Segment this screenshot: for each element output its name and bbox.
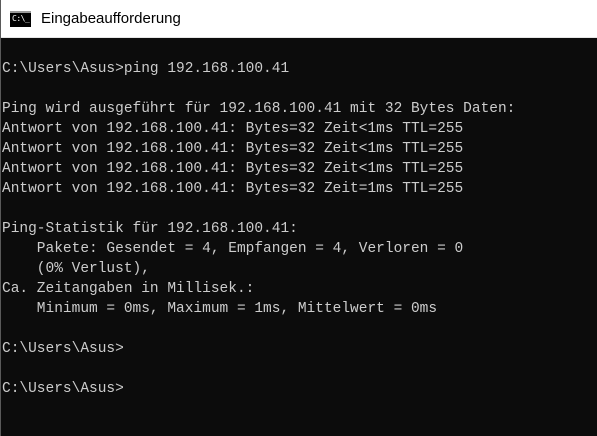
title-bar[interactable]: C:\_ Eingabeaufforderung (1, 0, 597, 38)
console-line: C:\Users\Asus>ping 192.168.100.41 (2, 61, 290, 77)
window-title: Eingabeaufforderung (41, 10, 181, 27)
console-line: Antwort von 192.168.100.41: Bytes=32 Zei… (2, 141, 464, 157)
console-line: Minimum = 0ms, Maximum = 1ms, Mittelwert… (2, 301, 438, 317)
console-line: Pakete: Gesendet = 4, Empfangen = 4, Ver… (2, 241, 464, 257)
console-line: Ping-Statistik für 192.168.100.41: (2, 221, 298, 237)
console-prompt-line: C:\Users\Asus> (2, 341, 124, 357)
command-prompt-icon: C:\_ (10, 10, 31, 27)
console-line: Antwort von 192.168.100.41: Bytes=32 Zei… (2, 161, 464, 177)
command-prompt-icon-glyph: C:\_ (12, 13, 30, 23)
console-line: Antwort von 192.168.100.41: Bytes=32 Zei… (2, 181, 464, 197)
console-line: (0% Verlust), (2, 261, 150, 277)
console-output[interactable]: C:\Users\Asus>ping 192.168.100.41 Ping w… (2, 59, 597, 399)
command-prompt-window: C:\_ Eingabeaufforderung C:\Users\Asus>p… (0, 0, 597, 436)
console-line: Ca. Zeitangaben in Millisek.: (2, 281, 255, 297)
console-prompt-line[interactable]: C:\Users\Asus> (2, 379, 597, 399)
console-line: Ping wird ausgeführt für 192.168.100.41 … (2, 101, 516, 117)
console-line: Antwort von 192.168.100.41: Bytes=32 Zei… (2, 121, 464, 137)
